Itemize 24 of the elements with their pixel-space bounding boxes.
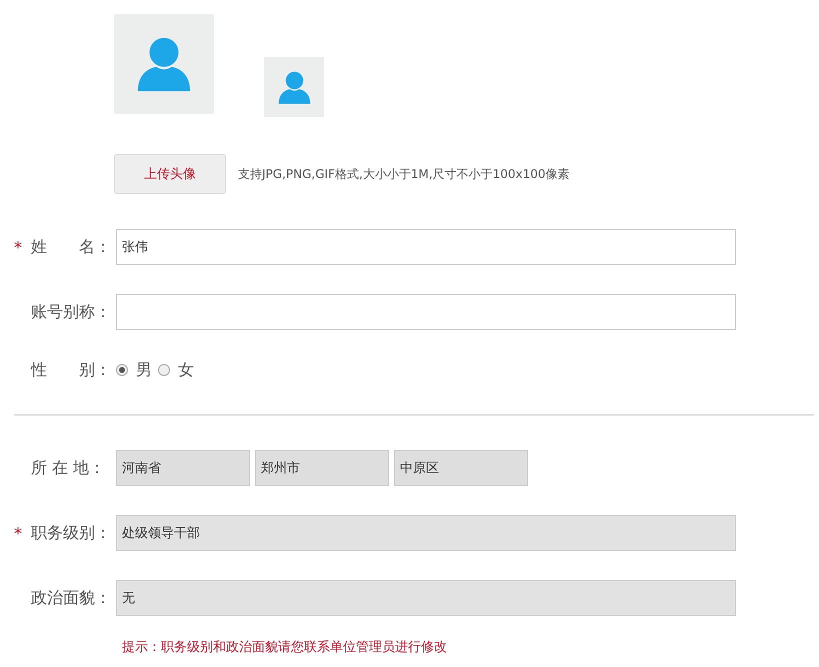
field-label: 政治面貌： [31, 588, 112, 608]
user-icon [135, 35, 193, 93]
field-label: 账号别称： [31, 302, 112, 322]
upload-button[interactable]: 上传头像 [114, 154, 226, 194]
radio-button[interactable] [158, 364, 170, 376]
field-label: 性 别： [31, 360, 112, 380]
required-mark: * [14, 238, 22, 256]
field-label: 所 在 地： [31, 458, 106, 478]
input-field: 无 [116, 580, 736, 616]
upload-hint: 支持JPG,PNG,GIF格式,大小小于1M,尺寸不小于100x100像素 [238, 166, 570, 182]
input-field[interactable] [116, 294, 736, 330]
user-icon [276, 70, 312, 104]
radio-label[interactable]: 女 [178, 360, 194, 380]
input-field[interactable]: 张伟 [116, 229, 736, 265]
location-field: 中原区 [394, 450, 528, 486]
tip-text: 提示：职务级别和政治面貌请您联系单位管理员进行修改 [122, 639, 447, 656]
input-field: 处级领导干部 [116, 515, 736, 551]
field-label: 职务级别： [31, 522, 112, 544]
required-mark: * [14, 524, 22, 542]
location-field: 河南省 [116, 450, 250, 486]
radio-button[interactable] [116, 364, 128, 376]
field-label: 姓 名： [31, 236, 112, 258]
location-field: 郑州市 [255, 450, 389, 486]
radio-label[interactable]: 男 [136, 360, 152, 380]
